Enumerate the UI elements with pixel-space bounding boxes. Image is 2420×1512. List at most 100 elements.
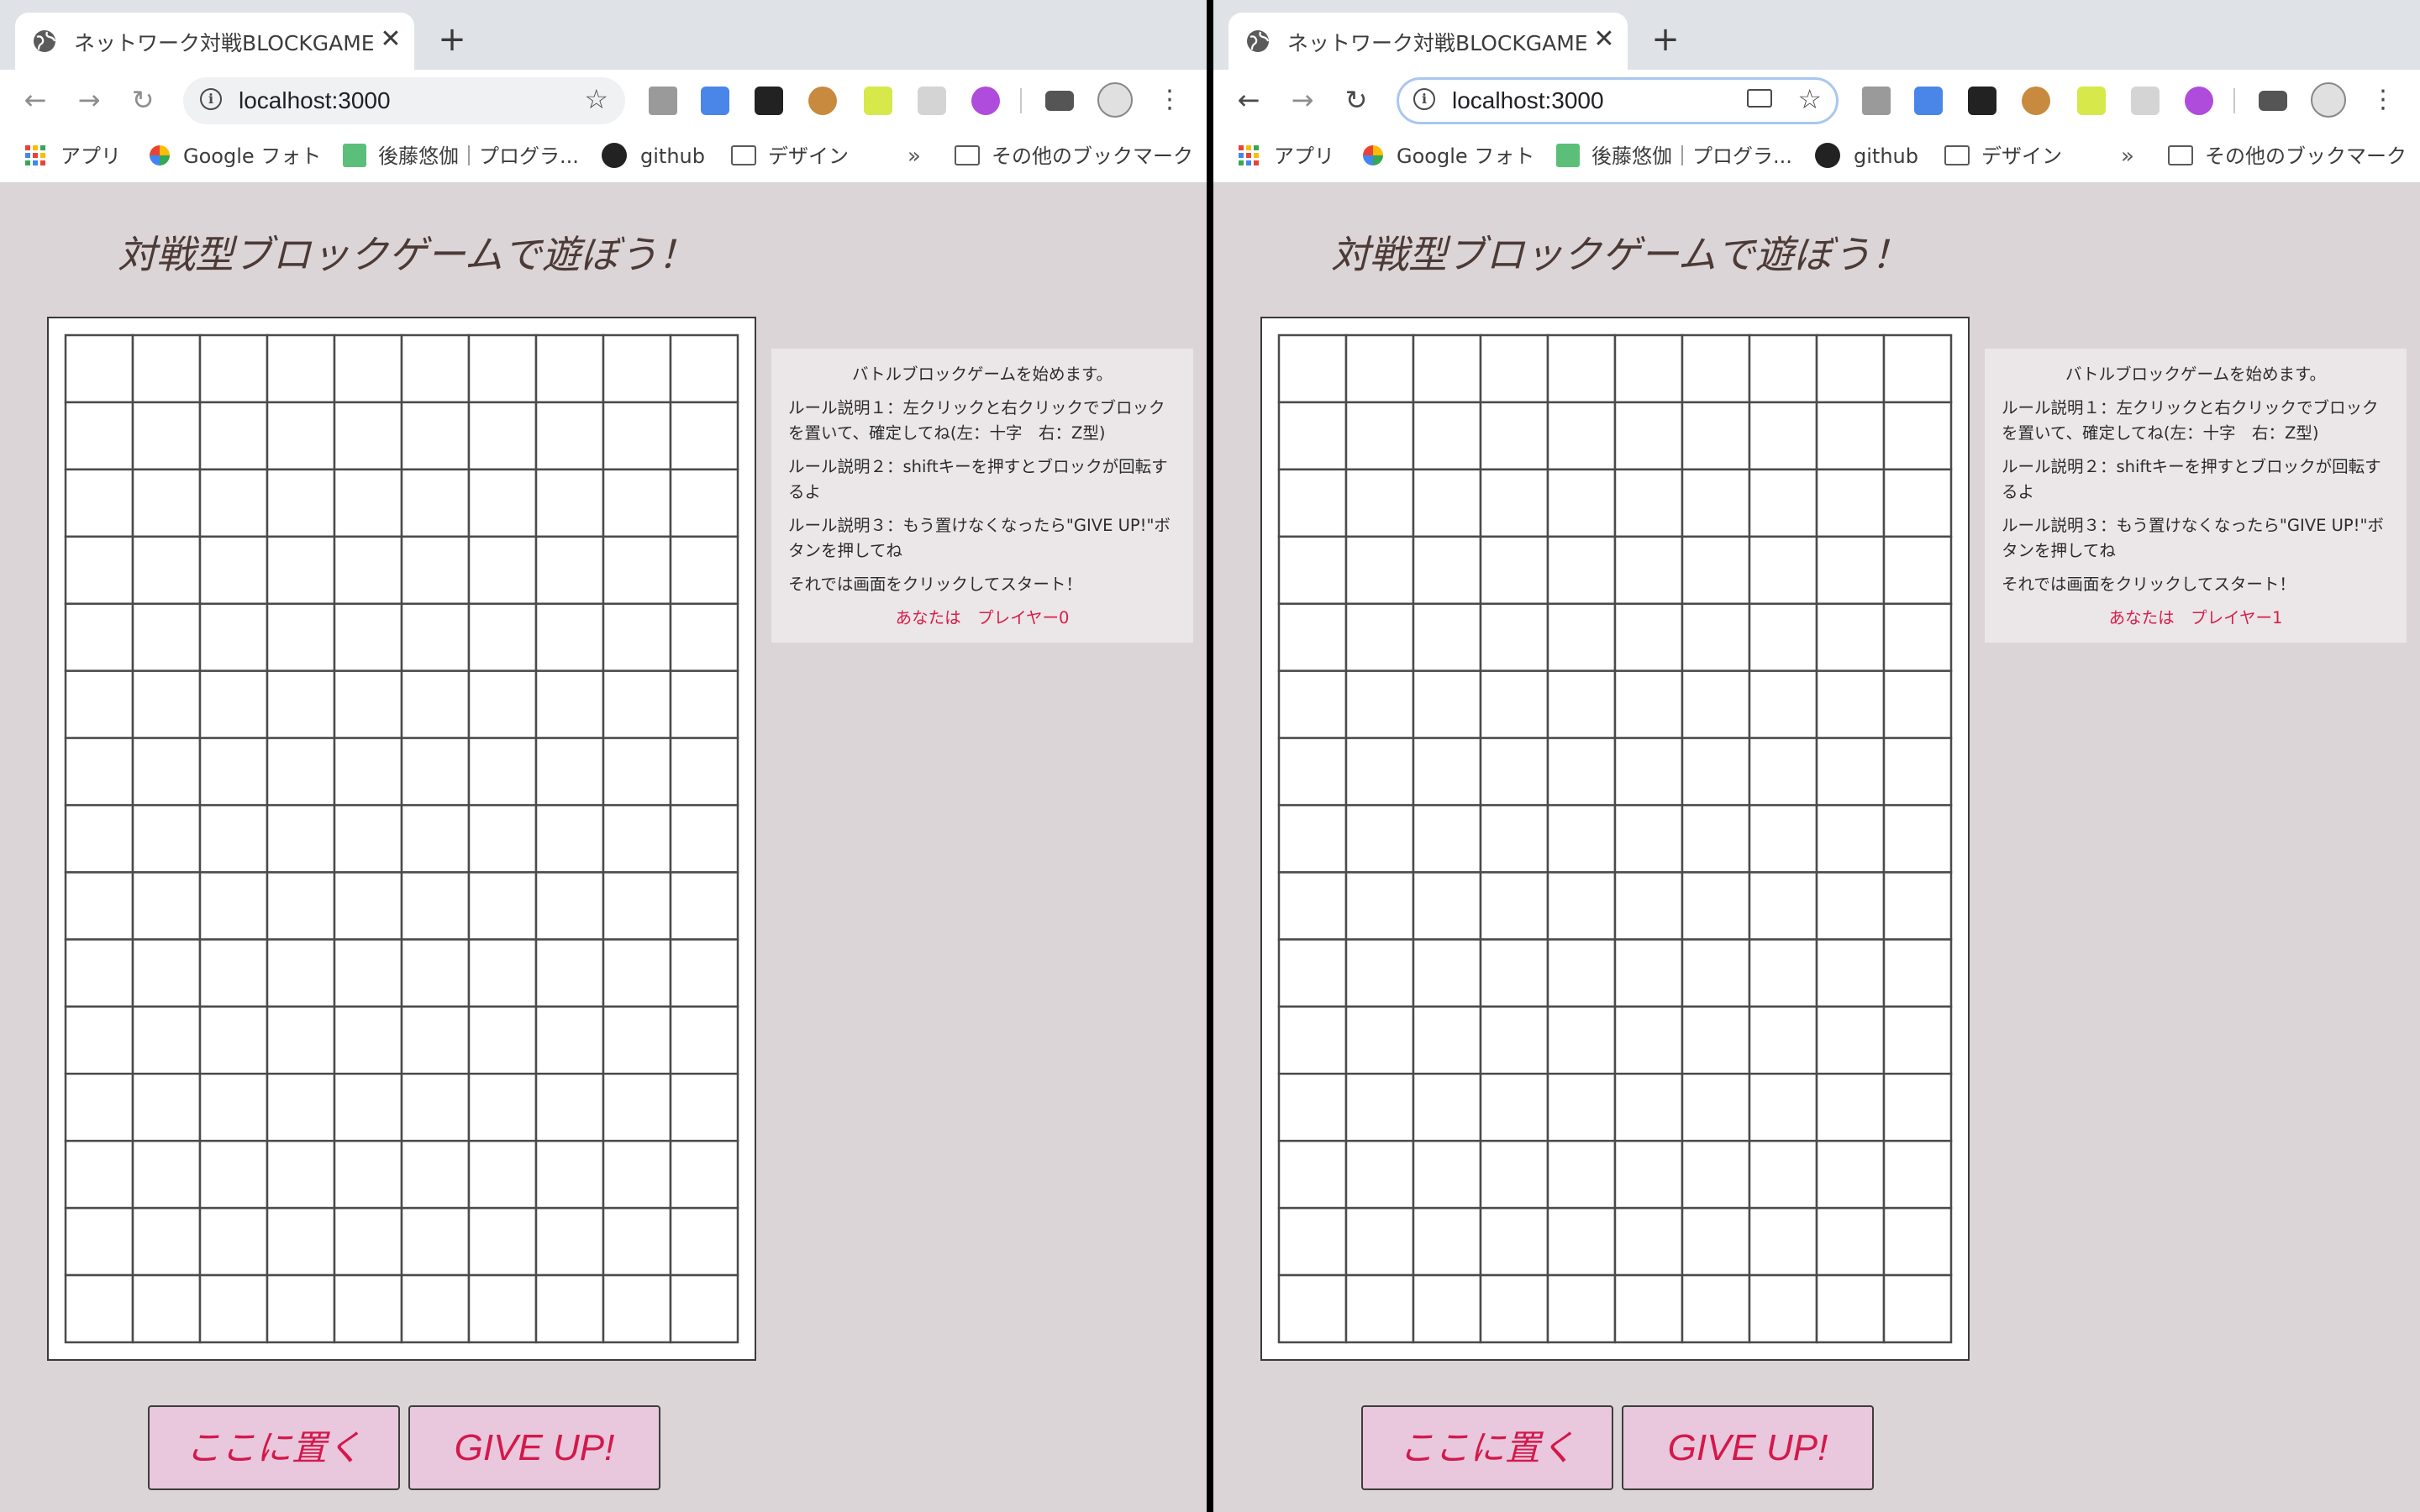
board-cell[interactable]: [1412, 938, 1482, 1008]
board-cell[interactable]: [64, 669, 134, 739]
board-cell[interactable]: [1681, 1073, 1751, 1142]
board-cell[interactable]: [602, 602, 672, 672]
board-cell[interactable]: [467, 333, 538, 404]
board-cell[interactable]: [1815, 468, 1886, 538]
board-cell[interactable]: [1344, 333, 1415, 404]
translate-extension-icon[interactable]: [1914, 87, 1943, 115]
board-cell[interactable]: [602, 1005, 672, 1075]
board-cell[interactable]: [333, 333, 403, 404]
address-bar[interactable]: i localhost:3000 ☆: [183, 77, 625, 124]
board-cell[interactable]: [400, 468, 471, 538]
board-cell[interactable]: [1748, 737, 1818, 806]
react-extension-icon[interactable]: [2131, 87, 2160, 115]
board-cell[interactable]: [1613, 468, 1684, 538]
board-cell[interactable]: [1412, 1273, 1482, 1344]
board-cell[interactable]: [333, 871, 403, 941]
board-cell[interactable]: [467, 938, 538, 1008]
place-block-button[interactable]: ここに置く: [148, 1405, 400, 1490]
board-cell[interactable]: [467, 1073, 538, 1142]
board-cell[interactable]: [1748, 602, 1818, 672]
board-cell[interactable]: [333, 602, 403, 672]
board-cell[interactable]: [534, 938, 605, 1008]
pink-extension-icon[interactable]: [2185, 87, 2213, 115]
board-cell[interactable]: [333, 1206, 403, 1277]
board-cell[interactable]: [333, 1073, 403, 1142]
board-cell[interactable]: [131, 333, 202, 404]
board-cell[interactable]: [64, 602, 134, 672]
board-cell[interactable]: [1412, 1206, 1482, 1277]
board-cell[interactable]: [467, 1139, 538, 1210]
board-cell[interactable]: [1412, 401, 1482, 471]
board-cell[interactable]: [64, 938, 134, 1008]
board-cell[interactable]: [1277, 938, 1348, 1008]
cookie-extension-icon[interactable]: [808, 87, 837, 115]
other-bookmarks[interactable]: その他のブックマーク: [2168, 142, 2407, 171]
board-cell[interactable]: [534, 871, 605, 941]
other-bookmarks[interactable]: その他のブックマーク: [955, 142, 1193, 171]
board-cell[interactable]: [602, 1206, 672, 1277]
board-cell[interactable]: [1412, 333, 1482, 404]
board-cell[interactable]: [1344, 535, 1415, 605]
browser-tab[interactable]: ネットワーク対戦BLOCKGAME ✕: [1228, 13, 1628, 70]
board-cell[interactable]: [467, 468, 538, 538]
reading-list-icon[interactable]: [1045, 91, 1074, 111]
board-cell[interactable]: [1479, 669, 1549, 739]
board-cell[interactable]: [467, 871, 538, 941]
board-cell[interactable]: [669, 1073, 739, 1142]
board-cell[interactable]: [266, 1005, 336, 1075]
board-cell[interactable]: [669, 602, 739, 672]
board-cell[interactable]: [1479, 804, 1549, 874]
board-cell[interactable]: [1412, 1005, 1482, 1075]
board-cell[interactable]: [1277, 804, 1348, 874]
board-cell[interactable]: [1412, 669, 1482, 739]
board-cell[interactable]: [1277, 871, 1348, 941]
board-cell[interactable]: [400, 1005, 471, 1075]
board-cell[interactable]: [1613, 871, 1684, 941]
board-cell[interactable]: [1344, 1273, 1415, 1344]
bookmark-star-icon[interactable]: ☆: [1797, 84, 1822, 114]
board-cell[interactable]: [467, 1206, 538, 1277]
board-cell[interactable]: [198, 468, 269, 538]
board-cell[interactable]: [534, 1273, 605, 1344]
board-cell[interactable]: [534, 804, 605, 874]
board-cell[interactable]: [1613, 333, 1684, 404]
board-cell[interactable]: [1748, 1073, 1818, 1142]
board-cell[interactable]: [1479, 1273, 1549, 1344]
board-cell[interactable]: [198, 804, 269, 874]
board-cell[interactable]: [64, 871, 134, 941]
board-cell[interactable]: [1613, 535, 1684, 605]
board-cell[interactable]: [1479, 938, 1549, 1008]
board-cell[interactable]: [1412, 804, 1482, 874]
board-cell[interactable]: [534, 401, 605, 471]
board-cell[interactable]: [131, 804, 202, 874]
react-extension-icon[interactable]: [918, 87, 946, 115]
bookmark-profile[interactable]: 後藤悠伽｜プログラ...: [1556, 142, 1792, 171]
board-cell[interactable]: [1681, 804, 1751, 874]
board-cell[interactable]: [400, 737, 471, 806]
give-up-button[interactable]: GIVE UP!: [1622, 1405, 1874, 1490]
bookmark-design-folder[interactable]: デザイン: [1944, 142, 2062, 171]
board-cell[interactable]: [1815, 669, 1886, 739]
board-grid[interactable]: [64, 333, 739, 1344]
board-cell[interactable]: [400, 333, 471, 404]
board-cell[interactable]: [669, 737, 739, 806]
give-up-button[interactable]: GIVE UP!: [408, 1405, 660, 1490]
d-extension-icon[interactable]: [2077, 87, 2106, 115]
board-cell[interactable]: [333, 468, 403, 538]
board-cell[interactable]: [131, 1206, 202, 1277]
board-cell[interactable]: [198, 535, 269, 605]
board-cell[interactable]: [1681, 1206, 1751, 1277]
board-cell[interactable]: [266, 871, 336, 941]
board-cell[interactable]: [1412, 1073, 1482, 1142]
forward-icon[interactable]: →: [1286, 83, 1319, 117]
board-cell[interactable]: [1344, 804, 1415, 874]
board-cell[interactable]: [1613, 1005, 1684, 1075]
menu-kebab-icon[interactable]: ⋮: [1153, 83, 1186, 117]
board-cell[interactable]: [333, 1273, 403, 1344]
board-cell[interactable]: [467, 535, 538, 605]
board-cell[interactable]: [669, 535, 739, 605]
board-cell[interactable]: [1748, 1273, 1818, 1344]
board-cell[interactable]: [64, 1073, 134, 1142]
board-cell[interactable]: [1546, 468, 1617, 538]
board-cell[interactable]: [400, 535, 471, 605]
